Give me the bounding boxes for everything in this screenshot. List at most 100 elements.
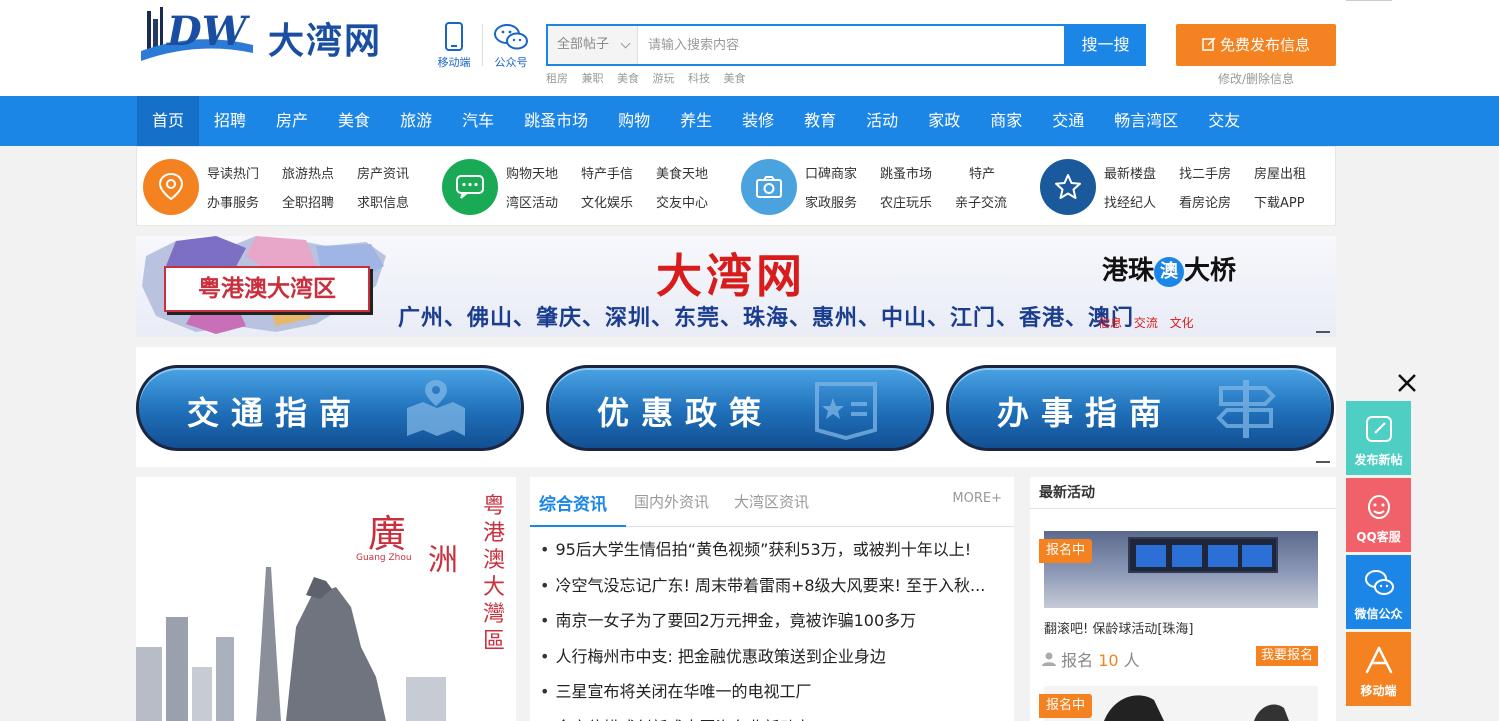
mobile-link[interactable]: 移动端 bbox=[432, 22, 476, 70]
header: DW 大湾网 移动端 公众号 全部帖子 搜一搜 租房 兼职 美食 游玩 科技 美 bbox=[0, 0, 1499, 96]
affairs-guide-button[interactable]: 办事指南 bbox=[946, 365, 1334, 451]
search-button[interactable]: 搜一搜 bbox=[1065, 24, 1146, 66]
nav-item[interactable]: 养生 bbox=[665, 96, 727, 146]
tab-bay-news[interactable]: 大湾区资讯 bbox=[734, 491, 809, 512]
bay-area-vertical-text: 粤港澳大灣區 bbox=[483, 494, 506, 654]
search-input[interactable] bbox=[640, 26, 1060, 64]
nav-item[interactable]: 教育 bbox=[789, 96, 851, 146]
divider bbox=[482, 24, 483, 66]
category-link[interactable]: 办事服务 bbox=[207, 192, 282, 211]
signup-status-badge: 报名中 bbox=[1039, 539, 1093, 563]
float-qq-button[interactable]: QQ客服 bbox=[1346, 478, 1411, 552]
site-logo[interactable]: DW bbox=[137, 5, 257, 67]
category-link[interactable]: 求职信息 bbox=[357, 192, 432, 211]
nav-item[interactable]: 家政 bbox=[913, 96, 975, 146]
signup-count: 报名 10 人 bbox=[1042, 647, 1140, 671]
nav-item[interactable]: 招聘 bbox=[199, 96, 261, 146]
nav-item[interactable]: 首页 bbox=[137, 96, 200, 146]
hot-word[interactable]: 兼职 bbox=[582, 72, 604, 85]
news-tabs: 综合资讯 国内外资讯 大湾区资讯 MORE+ bbox=[530, 477, 1014, 527]
category-link[interactable]: 房屋出租 bbox=[1254, 163, 1329, 182]
nav-item[interactable]: 装修 bbox=[727, 96, 789, 146]
close-icon[interactable] bbox=[1396, 372, 1418, 394]
news-item[interactable]: 95后大学生情侣拍“黄色视频”获利53万，或被判十年以上! bbox=[540, 532, 1014, 568]
hot-word[interactable]: 科技 bbox=[688, 72, 710, 85]
search-category-select[interactable]: 全部帖子 bbox=[548, 26, 638, 64]
news-item[interactable]: 三星宣布将关闭在华唯一的电视工厂 bbox=[540, 674, 1014, 710]
category-link[interactable]: 旅游热点 bbox=[282, 163, 357, 182]
float-label: 微信公众 bbox=[1354, 607, 1403, 621]
nav-item[interactable]: 汽车 bbox=[447, 96, 509, 146]
category-link[interactable]: 湾区活动 bbox=[506, 192, 581, 211]
news-item[interactable]: 冷空气没忘记广东! 周末带着雷雨+8级大风要来! 至于入秋... bbox=[540, 568, 1014, 604]
category-link[interactable]: 农庄玩乐 bbox=[880, 192, 955, 211]
hot-word[interactable]: 美食 bbox=[617, 72, 639, 85]
category-link[interactable]: 特产 bbox=[955, 163, 1030, 182]
news-item[interactable]: 南京一女子为了要回2万元押金，竟被诈骗100多万 bbox=[540, 603, 1014, 639]
nav-item[interactable]: 交通 bbox=[1037, 96, 1099, 146]
hot-word[interactable]: 美食 bbox=[724, 72, 746, 85]
category-link[interactable]: 看房论房 bbox=[1179, 192, 1254, 211]
hot-word[interactable]: 游玩 bbox=[653, 72, 675, 85]
category-link[interactable]: 找二手房 bbox=[1179, 163, 1254, 182]
guangzhou-promo-image[interactable]: 廣 洲 Guang Zhou 粤港澳大灣區 bbox=[136, 477, 516, 721]
news-item[interactable]: 全方位模式创新成中国汽车业新动力 bbox=[540, 710, 1014, 721]
bridge-title: 港珠澳大桥 bbox=[1102, 250, 1236, 287]
nav-item[interactable]: 活动 bbox=[851, 96, 913, 146]
tab-general-news[interactable]: 综合资讯 bbox=[539, 490, 607, 515]
float-post-button[interactable]: 发布新帖 bbox=[1346, 401, 1411, 475]
nav-item[interactable]: 美食 bbox=[323, 96, 385, 146]
site-name: 大湾网 bbox=[268, 20, 383, 62]
nav-item[interactable]: 旅游 bbox=[385, 96, 447, 146]
join-button[interactable]: 我要报名 bbox=[1255, 646, 1318, 666]
transport-guide-button[interactable]: 交通指南 bbox=[136, 365, 524, 451]
nav-item[interactable]: 商家 bbox=[975, 96, 1037, 146]
ribbon-star-icon bbox=[815, 382, 877, 440]
category-link[interactable]: 文化娱乐 bbox=[581, 192, 656, 211]
policy-guide-button[interactable]: 优惠政策 bbox=[546, 365, 934, 451]
activity-header: 最新活动 bbox=[1030, 477, 1336, 509]
nav-item[interactable]: 交友 bbox=[1193, 96, 1255, 146]
nav-item[interactable]: 房产 bbox=[261, 96, 323, 146]
guangzhou-title: 洲 bbox=[428, 543, 458, 578]
minimize-icon[interactable] bbox=[1316, 331, 1330, 333]
category-link[interactable]: 特产手信 bbox=[581, 163, 656, 182]
float-app-button[interactable]: 移动端 bbox=[1346, 632, 1411, 706]
minimize-icon[interactable] bbox=[1316, 461, 1330, 463]
category-link[interactable]: 找经纪人 bbox=[1104, 192, 1179, 211]
guangzhou-english: Guang Zhou bbox=[356, 553, 412, 563]
news-item[interactable]: 人行梅州市中支: 把金融优惠政策送到企业身边 bbox=[540, 639, 1014, 675]
active-tab-indicator bbox=[530, 525, 626, 527]
category-link[interactable]: 房产资讯 bbox=[357, 163, 432, 182]
nav-item[interactable]: 跳蚤市场 bbox=[509, 96, 603, 146]
activity-name[interactable]: 翻滚吧! 保龄球活动[珠海] bbox=[1044, 618, 1194, 637]
category-link[interactable]: 全职招聘 bbox=[282, 192, 357, 211]
hot-word[interactable]: 租房 bbox=[546, 72, 568, 85]
guide-banner: 交通指南 优惠政策 办事指南 bbox=[136, 347, 1336, 467]
float-wechat-button[interactable]: 微信公众 bbox=[1346, 555, 1411, 629]
hot-words: 租房 兼职 美食 游玩 科技 美食 bbox=[546, 70, 756, 86]
mobile-label: 移动端 bbox=[437, 56, 471, 69]
category-link[interactable]: 最新楼盘 bbox=[1104, 163, 1179, 182]
category-link[interactable]: 导读热门 bbox=[207, 163, 282, 182]
phone-icon bbox=[445, 22, 463, 51]
tab-world-news[interactable]: 国内外资讯 bbox=[634, 491, 709, 512]
category-link[interactable]: 家政服务 bbox=[805, 192, 880, 211]
location-icon bbox=[143, 159, 199, 215]
greater-bay-banner[interactable]: 粤港澳大湾区 大湾网 广州、佛山、肇庆、深圳、东莞、珠海、惠州、中山、江门、香港… bbox=[136, 236, 1336, 337]
category-link[interactable]: 美食天地 bbox=[656, 163, 731, 182]
publish-button[interactable]: 免费发布信息 bbox=[1176, 24, 1336, 66]
wechat-link[interactable]: 公众号 bbox=[489, 22, 533, 70]
category-link[interactable]: 口碑商家 bbox=[805, 163, 880, 182]
category-link[interactable]: 下载APP bbox=[1254, 192, 1329, 211]
category-link[interactable]: 交友中心 bbox=[656, 192, 731, 211]
banner-subtitle: 信息 交流 文化 bbox=[1098, 316, 1194, 330]
category-link[interactable]: 跳蚤市场 bbox=[880, 163, 955, 182]
category-link[interactable]: 亲子交流 bbox=[955, 192, 1030, 211]
nav-item[interactable]: 购物 bbox=[603, 96, 665, 146]
category-link[interactable]: 购物天地 bbox=[506, 163, 581, 182]
more-link[interactable]: MORE+ bbox=[952, 491, 1002, 506]
edit-delete-link[interactable]: 修改/删除信息 bbox=[1176, 70, 1336, 87]
guide-label: 优惠政策 bbox=[597, 394, 774, 432]
nav-item[interactable]: 畅言湾区 bbox=[1099, 96, 1193, 146]
